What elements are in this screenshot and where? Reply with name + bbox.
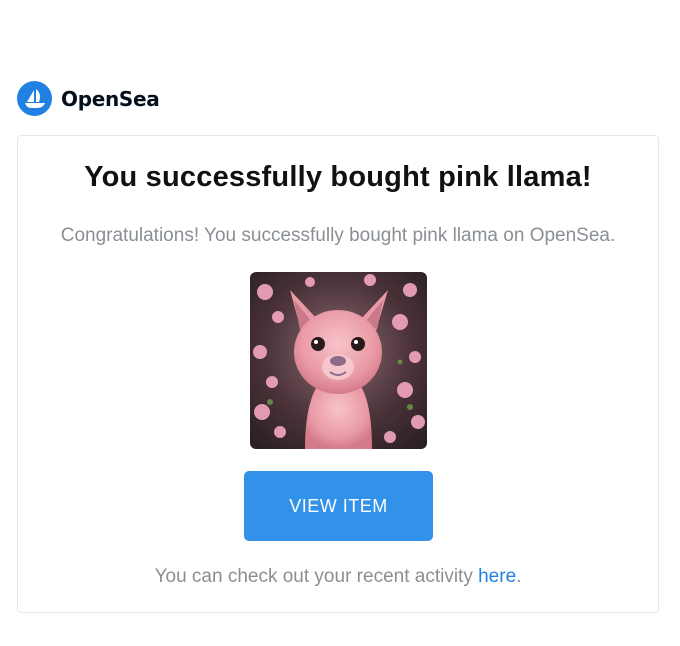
item-image[interactable]	[250, 272, 427, 449]
recent-activity-text: You can check out your recent activity h…	[18, 566, 658, 588]
purchase-headline: You successfully bought pink llama!	[84, 161, 592, 193]
brand-header: OpenSea	[17, 81, 160, 116]
brand-name: OpenSea	[61, 86, 160, 111]
purchase-card: You successfully bought pink llama! Cong…	[17, 135, 659, 613]
recent-activity-link[interactable]: here	[478, 566, 516, 587]
view-item-button[interactable]: VIEW ITEM	[244, 471, 433, 541]
opensea-ship-icon	[17, 81, 52, 116]
footer-prefix: You can check out your recent activity	[154, 566, 479, 587]
footer-suffix: .	[516, 566, 522, 587]
congratulations-message: Congratulations! You successfully bought…	[60, 225, 616, 246]
